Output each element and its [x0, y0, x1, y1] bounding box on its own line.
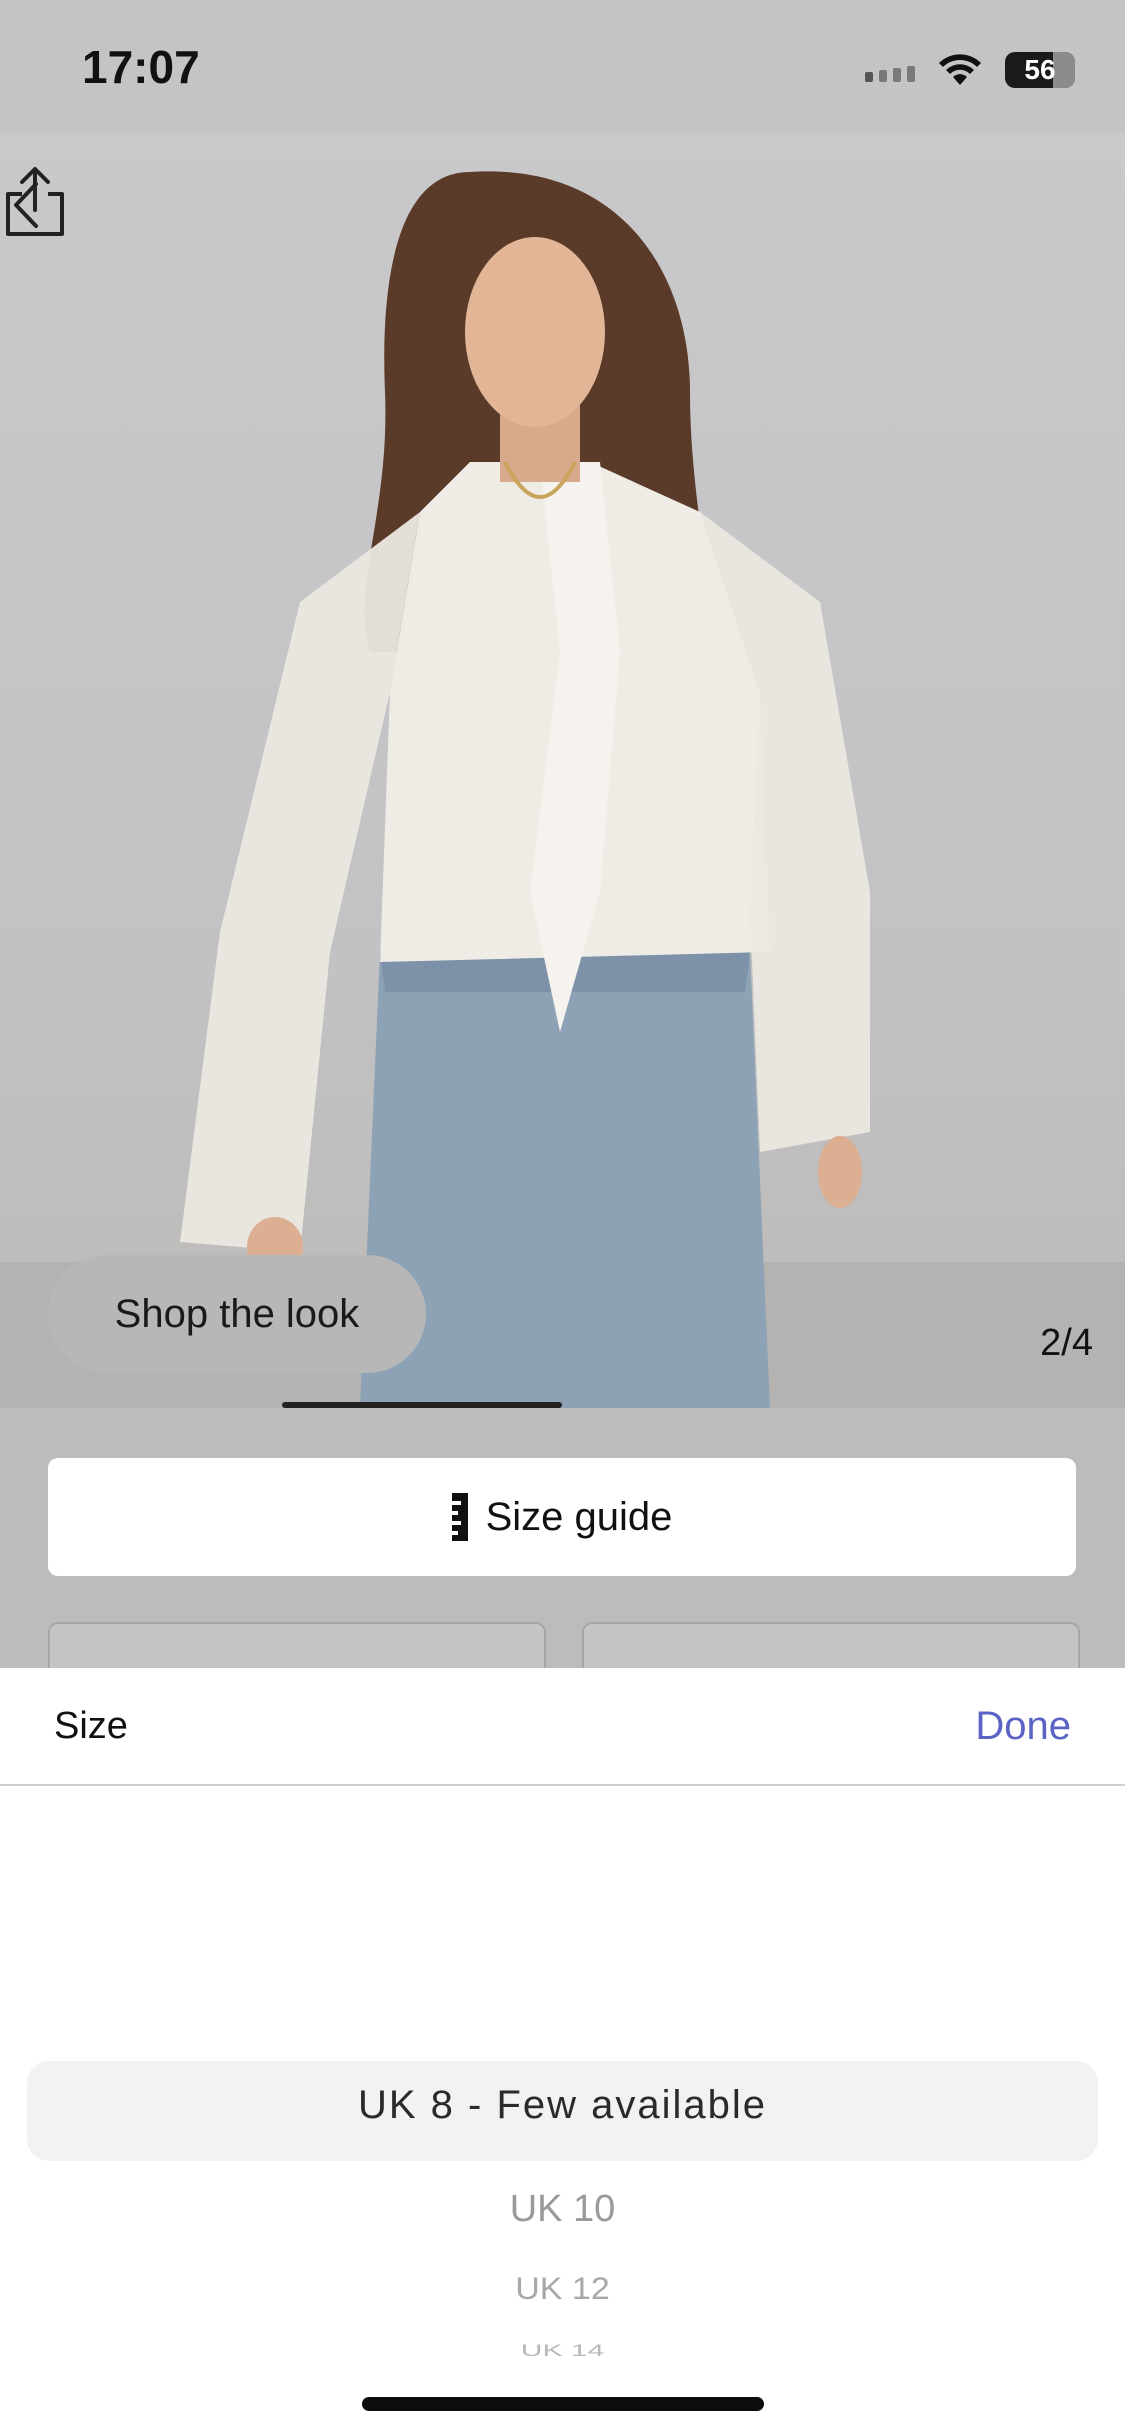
- status-bar: 17:07 56: [0, 0, 1125, 132]
- size-option[interactable]: UK 10: [0, 2188, 1125, 2231]
- size-option-selected[interactable]: UK 8 - Few available: [0, 2083, 1125, 2128]
- shop-the-look-button[interactable]: Shop the look: [48, 1255, 426, 1373]
- size-guide-button[interactable]: Size guide: [48, 1458, 1076, 1576]
- size-picker-sheet: Size Done UK 8 - Few available UK 10 UK …: [0, 1668, 1125, 2436]
- status-time: 17:07: [82, 41, 200, 93]
- share-icon[interactable]: [0, 162, 70, 242]
- cellular-signal-icon: [865, 58, 915, 82]
- status-icons: 56: [865, 50, 1075, 90]
- battery-level: 56: [1024, 54, 1056, 85]
- size-option[interactable]: UK 12: [0, 2272, 1125, 2308]
- wifi-icon: [939, 54, 981, 85]
- product-image[interactable]: [0, 132, 1125, 1408]
- size-option[interactable]: UK 14: [0, 2342, 1125, 2356]
- size-guide-label: Size guide: [485, 1494, 673, 1539]
- sheet-title: Size: [54, 1704, 128, 1747]
- ruler-icon: [451, 1493, 468, 1541]
- done-button[interactable]: Done: [975, 1704, 1071, 1749]
- image-counter: 2/4: [1040, 1322, 1093, 1364]
- sheet-header: Size Done: [0, 1668, 1125, 1786]
- battery-icon: 56: [1005, 52, 1075, 88]
- home-indicator[interactable]: [362, 2397, 764, 2411]
